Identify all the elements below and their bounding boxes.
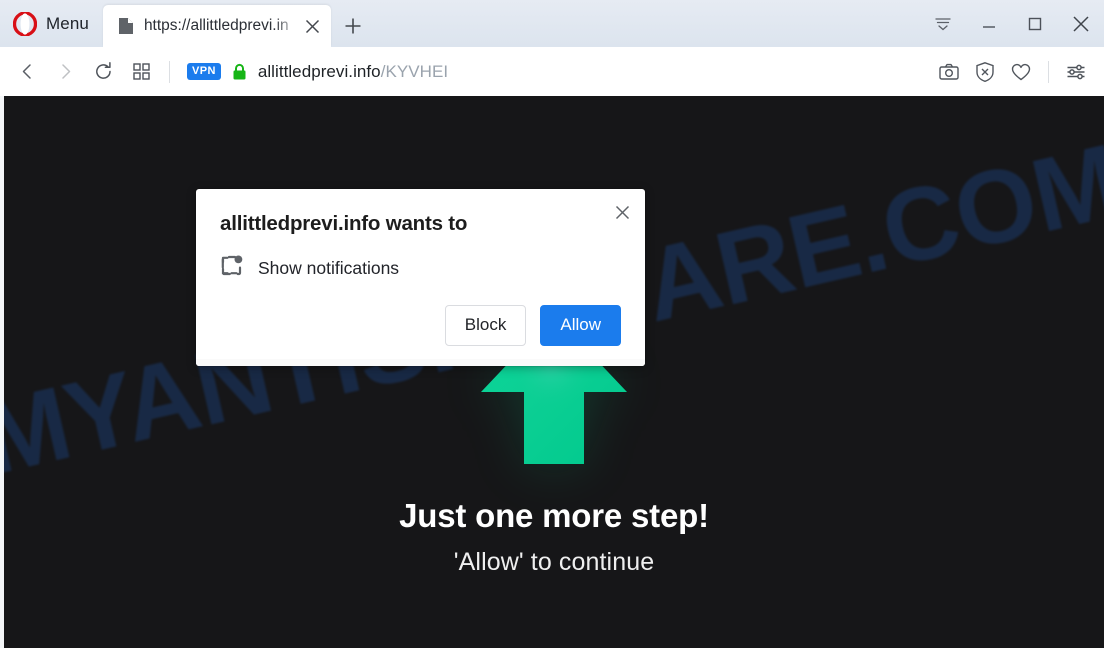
close-button[interactable] bbox=[1058, 0, 1104, 47]
dialog-title: allittledprevi.info wants to bbox=[220, 212, 468, 235]
permission-label: Show notifications bbox=[258, 258, 400, 278]
reload-button[interactable] bbox=[84, 53, 122, 91]
dialog-close-icon[interactable] bbox=[609, 199, 635, 225]
ad-blocker-icon bbox=[976, 61, 994, 82]
allow-button[interactable]: Allow bbox=[540, 305, 621, 346]
page-viewport: MYANTISPYWARE.COM bbox=[0, 96, 1104, 648]
easy-setup-button[interactable] bbox=[1058, 54, 1094, 90]
tab-menu-icon bbox=[935, 17, 951, 30]
notification-icon bbox=[220, 254, 244, 283]
notification-permission-dialog: allittledprevi.info wants to Show notifi… bbox=[196, 189, 645, 366]
page-headline: Just one more step! bbox=[399, 497, 709, 534]
minimize-icon bbox=[983, 25, 995, 28]
maximize-icon bbox=[1028, 17, 1042, 30]
heart-button[interactable] bbox=[1003, 54, 1039, 90]
url-zone[interactable]: VPN allittledprevi.info/KYVHEI bbox=[179, 62, 931, 82]
window-controls bbox=[920, 0, 1104, 47]
back-button[interactable] bbox=[8, 53, 46, 91]
heart-icon bbox=[1011, 63, 1031, 80]
speed-dial-button[interactable] bbox=[122, 53, 160, 91]
snapshot-button[interactable] bbox=[931, 54, 967, 90]
tab-bar: Menu https://allittledprevi.in bbox=[0, 0, 1104, 47]
browser-tab[interactable]: https://allittledprevi.in bbox=[102, 5, 331, 47]
minimize-button[interactable] bbox=[966, 0, 1012, 47]
close-icon bbox=[1073, 15, 1089, 32]
address-bar-actions bbox=[931, 54, 1094, 90]
opera-logo-icon bbox=[12, 11, 38, 37]
dialog-actions: Block Allow bbox=[220, 305, 621, 366]
browser-window: Menu https://allittledprevi.in VPN allit… bbox=[0, 0, 1104, 648]
page-subline: 'Allow' to continue bbox=[453, 548, 655, 576]
block-button[interactable]: Block bbox=[444, 305, 527, 346]
reload-icon bbox=[95, 62, 111, 79]
forward-button[interactable] bbox=[46, 53, 84, 91]
opera-menu-button[interactable]: Menu bbox=[0, 0, 103, 47]
forward-icon bbox=[61, 64, 70, 79]
tab-menu-button[interactable] bbox=[920, 0, 966, 47]
page-content: Just one more step! 'Allow' to continue bbox=[4, 96, 1104, 648]
ad-blocker-button[interactable] bbox=[967, 54, 1003, 90]
page-icon bbox=[117, 17, 135, 35]
opera-menu-label: Menu bbox=[46, 13, 89, 33]
plus-icon bbox=[345, 18, 361, 34]
dialog-footer-strip bbox=[196, 359, 645, 366]
lock-icon[interactable] bbox=[231, 63, 248, 81]
permission-row: Show notifications bbox=[220, 254, 621, 283]
vpn-badge[interactable]: VPN bbox=[187, 63, 221, 80]
maximize-button[interactable] bbox=[1012, 0, 1058, 47]
snapshot-icon bbox=[939, 63, 959, 80]
url-text[interactable]: allittledprevi.info/KYVHEI bbox=[258, 62, 448, 82]
back-icon bbox=[22, 64, 31, 79]
toolbar-divider bbox=[169, 60, 170, 83]
actions-divider bbox=[1048, 60, 1049, 83]
url-host: allittledprevi.info bbox=[257, 61, 381, 81]
tab-close-icon[interactable] bbox=[299, 12, 327, 40]
url-path: /KYVHEI bbox=[380, 61, 449, 81]
speed-dial-icon bbox=[132, 63, 150, 80]
tab-title: https://allittledprevi.in bbox=[143, 17, 289, 34]
address-bar: VPN allittledprevi.info/KYVHEI bbox=[0, 47, 1104, 96]
new-tab-button[interactable] bbox=[331, 5, 375, 47]
easy-setup-icon bbox=[1067, 64, 1085, 79]
